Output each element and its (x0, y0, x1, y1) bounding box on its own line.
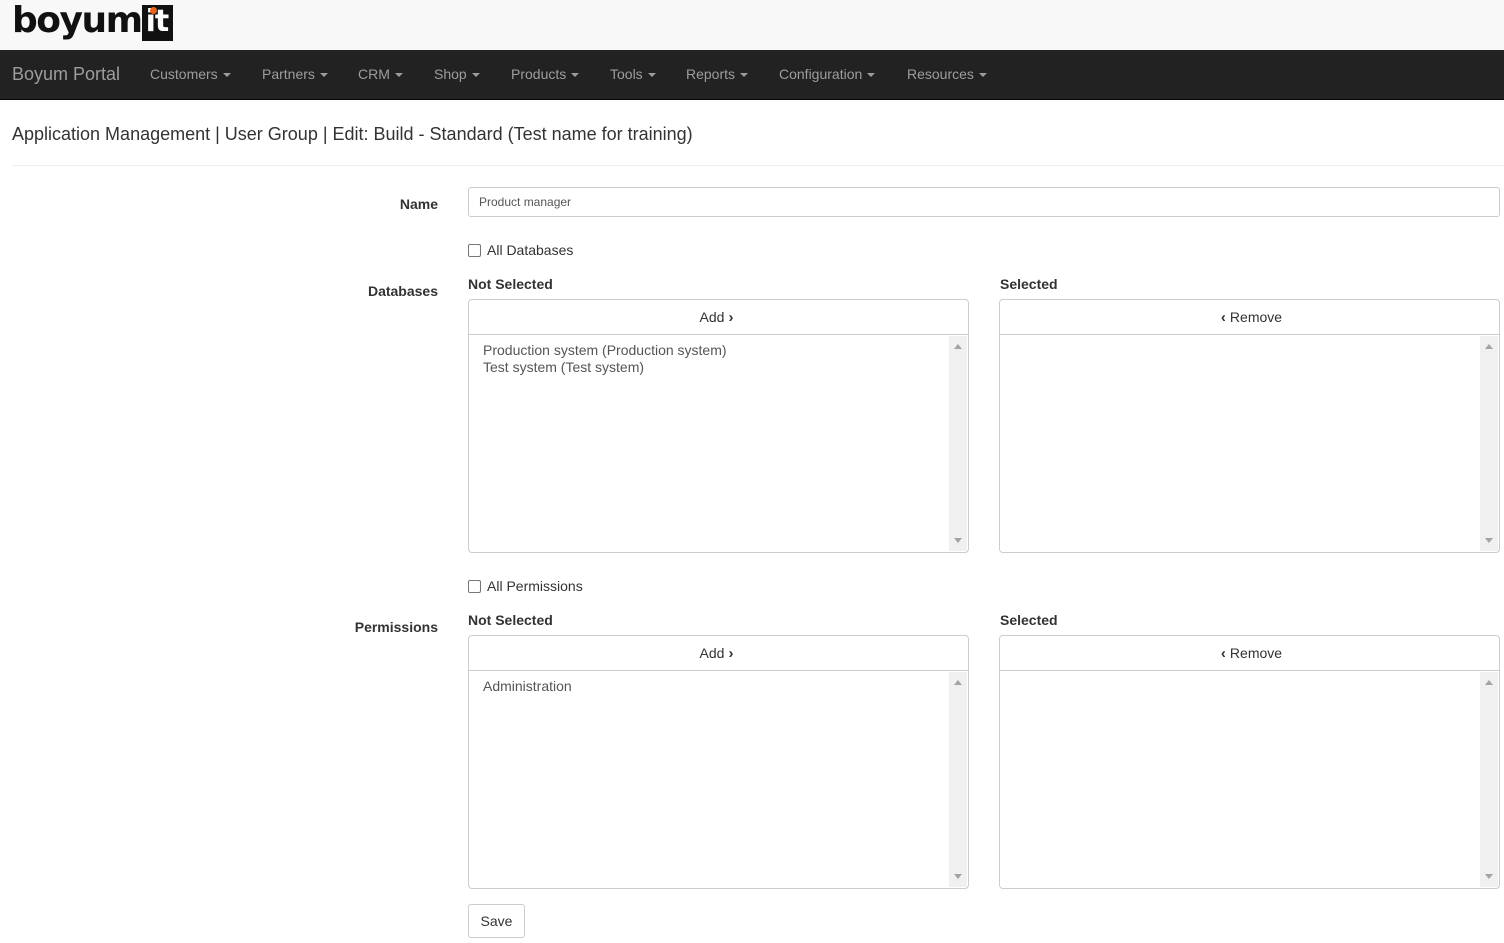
nav-label: Reports (686, 66, 736, 82)
permissions-label: Permissions (354, 619, 438, 635)
chevron-right-icon: › (728, 308, 734, 326)
permissions-selected-heading: Selected (1000, 612, 1058, 628)
navbar-brand[interactable]: Boyum Portal (12, 50, 120, 99)
scroll-up-icon[interactable] (954, 344, 962, 349)
nav-resources[interactable]: Resources (907, 50, 987, 99)
logo-orange-dot (149, 7, 157, 14)
nav-label: CRM (358, 66, 390, 82)
nav-products[interactable]: Products (511, 50, 580, 99)
all-databases-label: All Databases (487, 242, 574, 258)
boyum-it-logo[interactable]: boyum it (12, 0, 174, 45)
add-label: Add (699, 309, 725, 325)
nav-label: Shop (434, 66, 467, 82)
all-permissions-label: All Permissions (487, 578, 583, 594)
remove-label: Remove (1229, 645, 1283, 661)
scroll-up-icon[interactable] (1485, 680, 1493, 685)
caret-down-icon (978, 73, 987, 78)
page-title: Application Management | User Group | Ed… (12, 124, 693, 144)
permissions-remove-button[interactable]: ‹ Remove (999, 635, 1500, 671)
nav-label: Partners (262, 66, 315, 82)
caret-down-icon (471, 73, 480, 78)
nav-customers[interactable]: Customers (150, 50, 231, 99)
caret-down-icon (740, 73, 749, 78)
name-label: Name (399, 196, 438, 212)
caret-down-icon (222, 73, 231, 78)
scrollbar[interactable] (1480, 336, 1498, 551)
caret-down-icon (319, 73, 328, 78)
remove-label: Remove (1229, 309, 1283, 325)
databases-not-selected-heading: Not Selected (468, 276, 553, 292)
name-input[interactable] (468, 187, 1500, 217)
scroll-down-icon[interactable] (954, 874, 962, 879)
scrollbar[interactable] (949, 672, 967, 887)
databases-selected-list[interactable] (999, 335, 1500, 553)
all-permissions-row[interactable]: All Permissions (468, 578, 583, 594)
nav-label: Configuration (779, 66, 863, 82)
permissions-add-button[interactable]: Add › (468, 635, 969, 671)
nav-partners[interactable]: Partners (262, 50, 328, 99)
title-divider (12, 165, 1504, 166)
databases-add-button[interactable]: Add › (468, 299, 969, 335)
all-databases-checkbox[interactable] (468, 243, 481, 257)
nav-crm[interactable]: CRM (358, 50, 403, 99)
list-item[interactable]: Administration (483, 678, 572, 695)
logo-wordmark: boyum (12, 0, 143, 41)
logo-it-box: it (141, 4, 174, 41)
logo-bar: boyum it (0, 0, 1504, 50)
all-permissions-checkbox[interactable] (468, 579, 481, 593)
nav-label: Products (511, 66, 567, 82)
nav-label: Resources (907, 66, 974, 82)
add-label: Add (699, 645, 725, 661)
scroll-down-icon[interactable] (1485, 874, 1493, 879)
databases-not-selected-list[interactable]: Production system (Production system) Te… (468, 335, 969, 553)
logo-it-text: it (145, 4, 170, 39)
nav-label: Tools (610, 66, 643, 82)
databases-selected-heading: Selected (1000, 276, 1058, 292)
nav-shop[interactable]: Shop (434, 50, 480, 99)
nav-tools[interactable]: Tools (610, 50, 656, 99)
databases-label: Databases (367, 283, 438, 299)
nav-reports[interactable]: Reports (686, 50, 749, 99)
caret-down-icon (647, 73, 656, 78)
scroll-up-icon[interactable] (1485, 344, 1493, 349)
caret-down-icon (867, 73, 876, 78)
top-navbar: Boyum Portal Customers Partners CRM Shop… (0, 50, 1504, 100)
chevron-left-icon: ‹ (1220, 644, 1226, 662)
save-button[interactable]: Save (468, 904, 525, 938)
scroll-down-icon[interactable] (954, 538, 962, 543)
scrollbar[interactable] (949, 336, 967, 551)
caret-down-icon (394, 73, 403, 78)
databases-remove-button[interactable]: ‹ Remove (999, 299, 1500, 335)
scrollbar[interactable] (1480, 672, 1498, 887)
all-databases-row[interactable]: All Databases (468, 242, 573, 258)
chevron-right-icon: › (728, 644, 734, 662)
caret-down-icon (571, 73, 580, 78)
nav-label: Customers (150, 66, 218, 82)
permissions-not-selected-list[interactable]: Administration (468, 671, 969, 889)
chevron-left-icon: ‹ (1220, 308, 1226, 326)
nav-configuration[interactable]: Configuration (779, 50, 876, 99)
scroll-down-icon[interactable] (1485, 538, 1493, 543)
permissions-selected-list[interactable] (999, 671, 1500, 889)
scroll-up-icon[interactable] (954, 680, 962, 685)
list-item[interactable]: Production system (Production system) (483, 342, 727, 359)
list-item[interactable]: Test system (Test system) (483, 359, 727, 376)
permissions-not-selected-heading: Not Selected (468, 612, 553, 628)
